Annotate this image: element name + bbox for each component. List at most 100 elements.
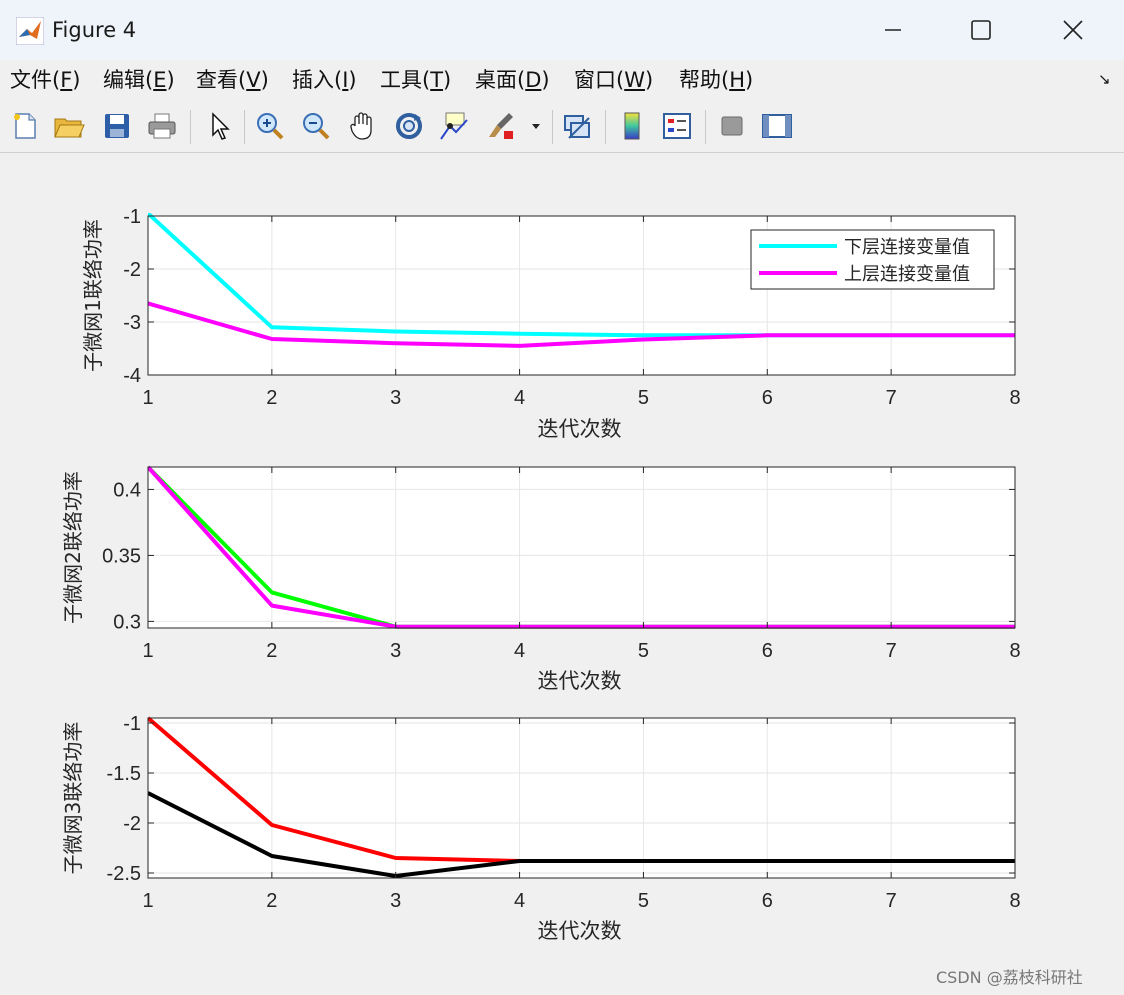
x-tick-label: 8: [1009, 387, 1020, 409]
save-button[interactable]: [100, 108, 134, 144]
minimize-button[interactable]: [870, 12, 916, 48]
new-file-button[interactable]: [8, 108, 42, 144]
y-tick-label: -1.5: [107, 763, 141, 785]
y-tick-label: -2.5: [107, 863, 141, 885]
menu-bar: 文件(F) 编辑(E) 查看(V) 插入(I) 工具(T) 桌面(D) 窗口(W…: [0, 60, 1124, 100]
x-tick-label: 2: [266, 640, 277, 662]
legend: 下层连接变量值上层连接变量值: [750, 229, 995, 290]
hide-plot-tools-icon: [721, 116, 743, 136]
x-tick-label: 7: [886, 640, 897, 662]
x-tick-label: 7: [886, 387, 897, 409]
print-button[interactable]: [145, 108, 179, 144]
rotate-3d-icon: [396, 113, 422, 139]
x-axis-label: 迭代次数: [538, 669, 622, 693]
x-tick-label: 2: [266, 890, 277, 912]
zoom-out-button[interactable]: [299, 108, 333, 144]
brush-button[interactable]: [484, 108, 518, 144]
y-tick-label: 0.3: [113, 611, 141, 633]
y-axis-label: 子微网2联络功率: [61, 471, 85, 624]
x-axis-label: 迭代次数: [538, 417, 622, 441]
show-plot-tools-button[interactable]: [760, 108, 794, 144]
print-icon: [148, 113, 176, 139]
x-tick-label: 5: [638, 640, 649, 662]
axes-1: 1 2 3 4 5 6 7 8 -4 -3 -2 -1 迭代次数 子微网1联络功率 下层连接变量值上层连接变…: [81, 206, 1021, 441]
x-tick-label: 3: [390, 890, 401, 912]
pan-button[interactable]: [346, 108, 380, 144]
pan-hand-icon: [350, 112, 372, 140]
axes-3: 1 2 3 4 5 6 7 8 -2.5 -2 -1.5 -1 迭代次数 子微网3联络功率: [61, 713, 1021, 943]
x-tick-label: 8: [1009, 890, 1020, 912]
y-tick-label: -1: [123, 206, 141, 228]
menu-help[interactable]: 帮助(H): [679, 64, 753, 94]
zoom-out-icon: [303, 113, 330, 140]
toolbar-separator: [244, 110, 245, 144]
open-button[interactable]: [52, 108, 86, 144]
menu-insert[interactable]: 插入(I): [292, 64, 357, 94]
dock-arrow-icon[interactable]: ↘: [1098, 70, 1111, 88]
y-axis-label: 子微网1联络功率: [81, 219, 105, 372]
hide-plot-tools-button[interactable]: [715, 108, 749, 144]
show-plot-tools-icon: [762, 114, 792, 138]
x-tick-label: 6: [762, 890, 773, 912]
link-plot-button[interactable]: [560, 108, 594, 144]
y-tick-label: 0.4: [113, 479, 141, 501]
x-axis-label: 迭代次数: [538, 919, 622, 943]
pointer-icon: [212, 112, 230, 140]
menu-file[interactable]: 文件(F): [10, 64, 81, 94]
menu-tools[interactable]: 工具(T): [380, 64, 451, 94]
x-tick-label: 5: [638, 387, 649, 409]
menu-window[interactable]: 窗口(W): [574, 64, 653, 94]
x-tick-label: 6: [762, 387, 773, 409]
plot-area: [148, 718, 1015, 878]
close-button[interactable]: [1050, 12, 1096, 48]
matlab-logo-icon: [16, 17, 44, 45]
x-tick-label: 4: [514, 387, 525, 409]
select-button[interactable]: [202, 108, 236, 144]
brush-dropdown[interactable]: [526, 108, 546, 144]
x-tick-label: 1: [142, 890, 153, 912]
zoom-in-icon: [257, 113, 284, 140]
rotate-button[interactable]: [392, 108, 426, 144]
y-tick-label: -2: [123, 813, 141, 835]
x-tick-label: 5: [638, 890, 649, 912]
title-bar: Figure 4: [0, 0, 1124, 60]
window-title: Figure 4: [52, 18, 137, 42]
open-folder-icon: [54, 118, 85, 138]
toolbar: [0, 100, 1124, 153]
minimize-icon: [885, 29, 901, 31]
legend-button[interactable]: [660, 108, 694, 144]
watermark: CSDN @荔枝科研社: [936, 968, 1083, 987]
x-tick-label: 6: [762, 640, 773, 662]
link-plot-icon: [564, 115, 590, 139]
y-axis-label: 子微网3联络功率: [61, 722, 85, 875]
data-cursor-icon: [440, 112, 468, 140]
legend-label: 下层连接变量值: [844, 237, 970, 258]
legend-icon: [663, 113, 691, 139]
zoom-in-button[interactable]: [253, 108, 287, 144]
y-tick-label: -3: [123, 312, 141, 334]
data-cursor-button[interactable]: [437, 108, 471, 144]
maximize-button[interactable]: [958, 12, 1004, 48]
close-icon: [1063, 20, 1083, 40]
plot-svg: 1 2 3 4 5 6 7 8 -4 -3 -2 -1 迭代次数 子微网1联络功率 下层连接变量值上层连接变…: [61, 206, 1021, 943]
x-tick-label: 3: [390, 387, 401, 409]
brush-icon: [489, 113, 513, 139]
colorbar-button[interactable]: [615, 108, 649, 144]
y-tick-label: -1: [123, 713, 141, 735]
chevron-down-icon: [532, 124, 540, 129]
toolbar-separator: [552, 110, 553, 144]
x-tick-label: 7: [886, 890, 897, 912]
x-tick-label: 1: [142, 387, 153, 409]
y-tick-label: -4: [123, 365, 141, 387]
toolbar-separator: [190, 110, 191, 144]
menu-view[interactable]: 查看(V): [196, 64, 269, 94]
menu-edit[interactable]: 编辑(E): [103, 64, 175, 94]
toolbar-separator: [605, 110, 606, 144]
toolbar-separator: [705, 110, 706, 144]
maximize-icon: [971, 20, 991, 40]
menu-desktop[interactable]: 桌面(D): [475, 64, 550, 94]
x-tick-label: 1: [142, 640, 153, 662]
x-tick-label: 4: [514, 890, 525, 912]
new-file-icon: [14, 113, 36, 139]
axes-2: 1 2 3 4 5 6 7 8 0.3 0.35 0.4 迭代次数 子微网2联络功率: [61, 465, 1021, 693]
